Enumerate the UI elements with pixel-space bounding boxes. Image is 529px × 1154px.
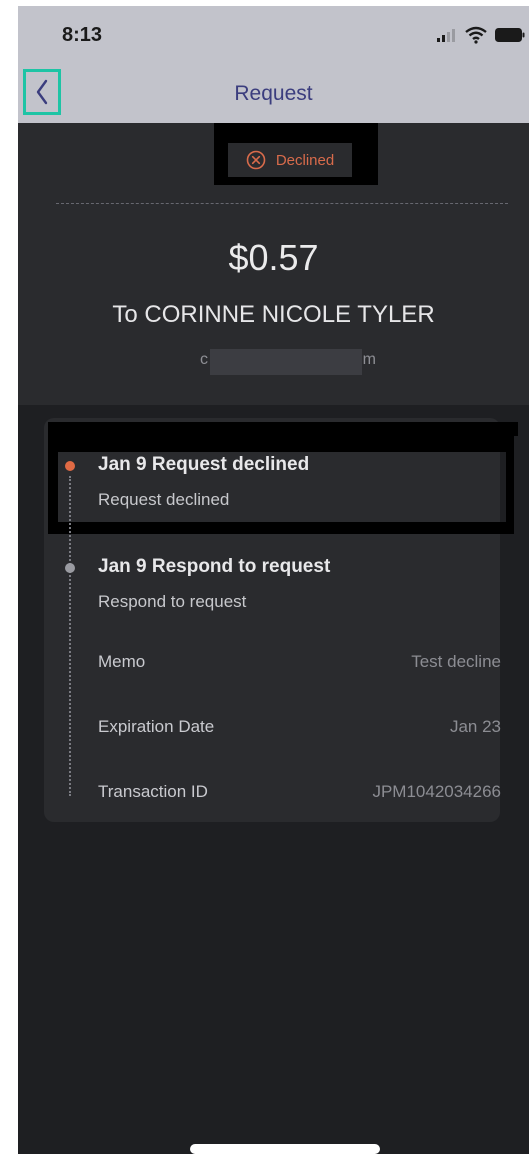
expiration-date-label: Expiration Date <box>98 717 215 736</box>
x-circle-icon <box>246 150 266 170</box>
timeline-dot-declined <box>65 461 75 471</box>
status-bar: 8:13 <box>18 6 529 66</box>
amount: $0.57 <box>228 237 319 278</box>
page-title: Request <box>234 82 313 105</box>
expiration-date-value: Jan 23 <box>449 717 501 736</box>
transaction-id-label: Transaction ID <box>98 782 208 801</box>
timeline-dot-respond <box>65 563 75 573</box>
status-badge-label: Declined <box>275 151 335 169</box>
email-end: m <box>362 351 376 368</box>
event-subtitle: Respond to request <box>98 592 247 611</box>
memo-value: Test decline <box>411 652 501 671</box>
email-start: c <box>200 351 208 368</box>
timeline-line <box>69 476 71 796</box>
event-subtitle: Request declined <box>98 490 230 509</box>
battery-icon <box>495 28 525 42</box>
phone-screen: 8:13 Request Declined $0.57 To CORINNE N… <box>18 6 529 1154</box>
highlight-mask <box>48 422 518 436</box>
recipient-name: To CORINNE NICOLE TYLER <box>112 301 435 328</box>
highlight-frame <box>48 436 514 534</box>
request-summary-card: Declined $0.57 To CORINNE NICOLE TYLER c… <box>18 123 529 405</box>
event-title: Jan 9 Request declined <box>98 454 310 475</box>
memo-label: Memo <box>98 652 146 671</box>
nav-bar: Request <box>18 66 529 123</box>
status-badge: Declined <box>228 143 352 177</box>
signal-icon <box>437 29 455 42</box>
email-redaction <box>210 349 362 375</box>
home-indicator[interactable] <box>190 1144 380 1154</box>
wifi-icon <box>465 26 487 44</box>
event-title: Jan 9 Respond to request <box>98 556 331 577</box>
divider <box>56 203 508 204</box>
transaction-id-value: JPM1042034266 <box>372 782 501 801</box>
status-time: 8:13 <box>62 24 103 46</box>
recipient-email: c m <box>200 349 376 375</box>
